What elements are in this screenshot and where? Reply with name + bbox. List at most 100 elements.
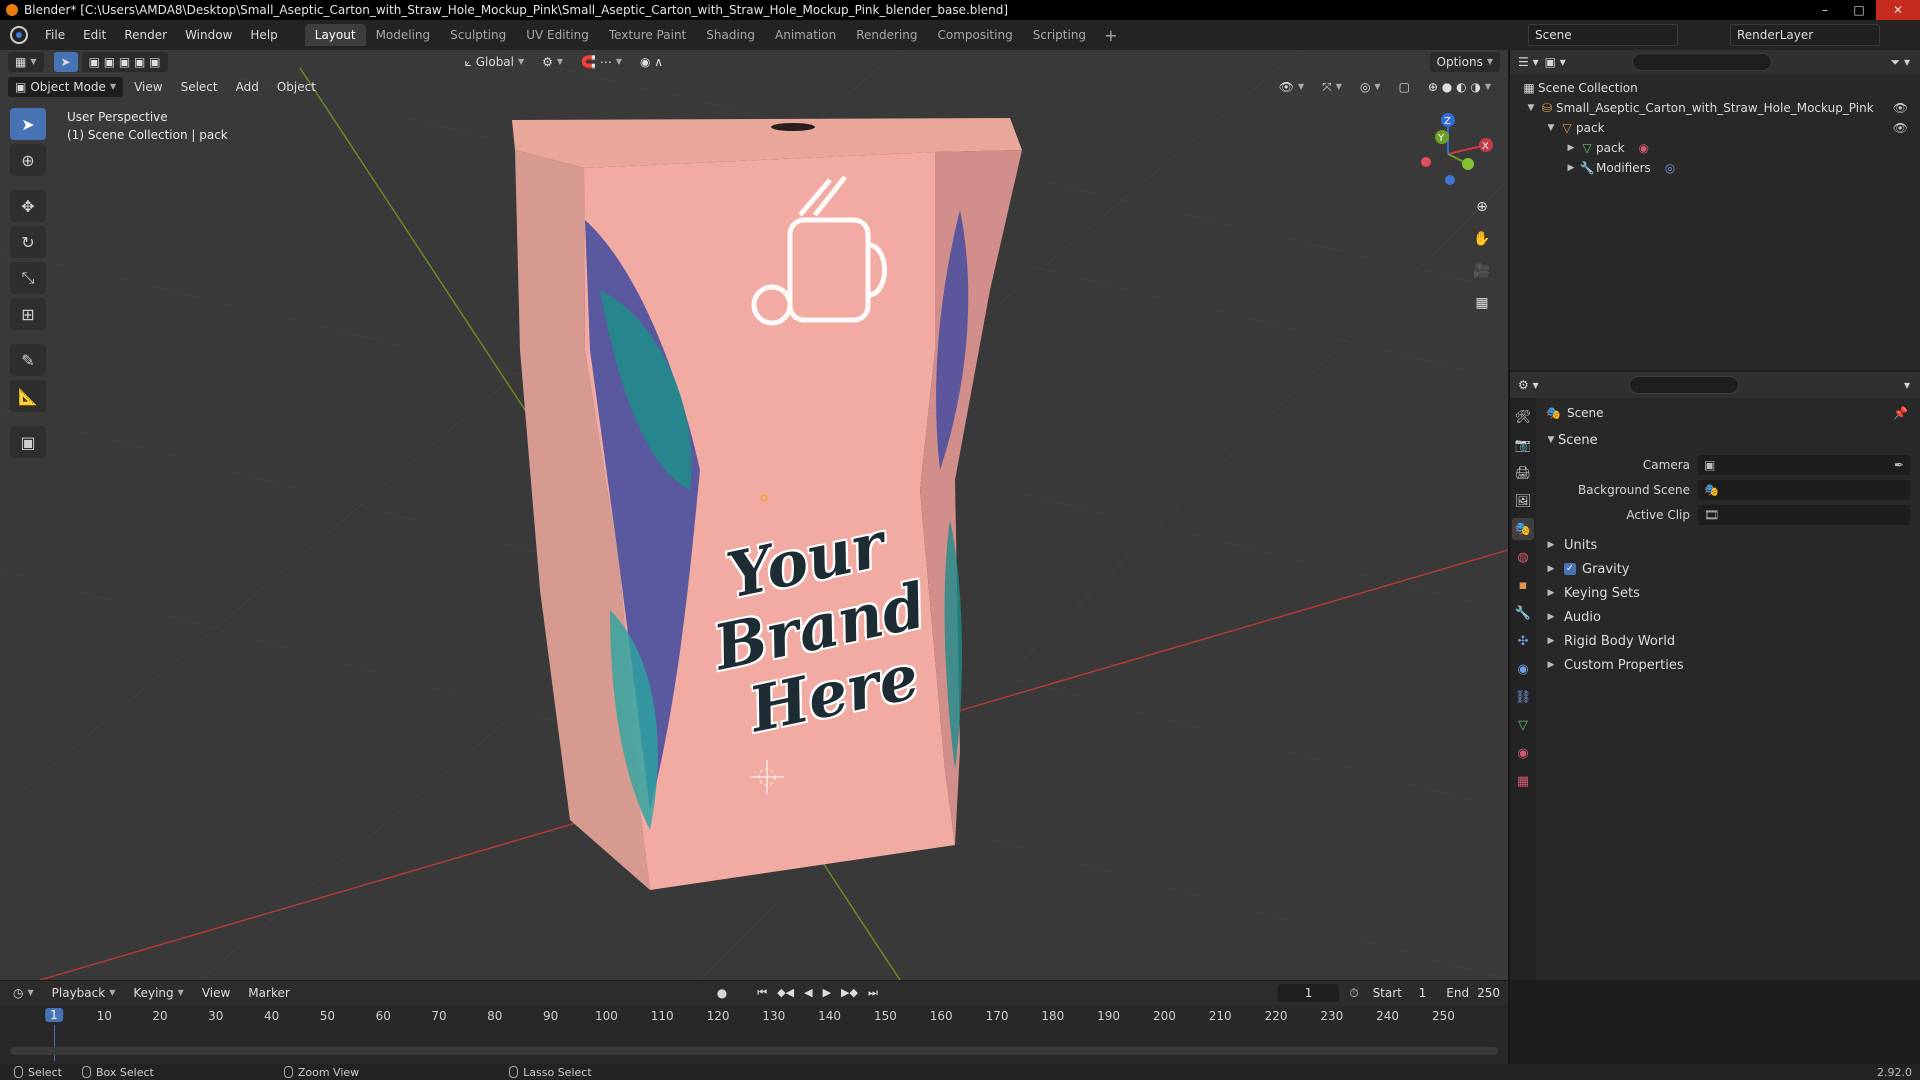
timeline-view-menu[interactable]: View	[195, 983, 237, 1003]
maximize-button[interactable]: □	[1842, 0, 1876, 20]
tab-compositing[interactable]: Compositing	[927, 24, 1022, 46]
perspective-grid-icon[interactable]: ▦	[1468, 290, 1496, 316]
menu-window[interactable]: Window	[176, 20, 241, 50]
scene-panel-header[interactable]: ▼ Scene	[1538, 428, 1920, 452]
playback-menu[interactable]: Playback ▼	[45, 983, 123, 1003]
orientation-dropdown[interactable]: ⟀ Global ▼	[458, 52, 532, 72]
properties-editor-type-icon[interactable]: ⚙ ▾	[1518, 378, 1539, 392]
play-icon[interactable]: ▶	[823, 986, 831, 1000]
constraints-tab-icon[interactable]: ⛓	[1512, 686, 1534, 708]
clock-icon[interactable]: ⏱	[1349, 986, 1358, 1001]
object-tab-icon[interactable]: ▪	[1512, 574, 1534, 596]
render-tab-icon[interactable]: 📷	[1512, 434, 1534, 456]
proportional-edit-toggle[interactable]: ◉ ∧	[633, 52, 670, 72]
expand-arrow-icon[interactable]: ▶	[1564, 143, 1578, 153]
physics-tab-icon[interactable]: ◉	[1512, 658, 1534, 680]
rigid-body-world-subpanel[interactable]: ▶ Rigid Body World	[1538, 629, 1920, 653]
outliner-search-input[interactable]	[1631, 53, 1772, 71]
scene-tab-icon[interactable]: 🎭	[1512, 518, 1534, 540]
measure-tool-icon[interactable]: 📐	[10, 380, 46, 412]
active-clip-field[interactable]: 🎞	[1698, 504, 1910, 525]
timeline-ruler[interactable]: 1 10 20 30 40 50 60 70 80 90 100 110 120 130 140 150 160…	[10, 1005, 1498, 1027]
outliner-row-object[interactable]: ▼ ▽ pack 👁	[1510, 118, 1920, 138]
outliner-row-mesh[interactable]: ▶ ▽ pack ◉	[1510, 138, 1920, 158]
menu-view[interactable]: View	[127, 77, 169, 97]
keying-menu[interactable]: Keying ▼	[126, 983, 190, 1003]
cursor-tool-icon[interactable]: ⊕	[10, 144, 46, 176]
scene-selector[interactable]: Scene	[1528, 24, 1678, 46]
menu-file[interactable]: File	[36, 20, 74, 50]
shading-mode-icons[interactable]: ⊕ ● ◐ ◑ ▼	[1421, 77, 1498, 97]
timeline-scrollbar[interactable]	[10, 1047, 1498, 1055]
tab-uv-editing[interactable]: UV Editing	[516, 24, 599, 46]
background-scene-field[interactable]: 🎭	[1698, 479, 1910, 500]
menu-object[interactable]: Object	[270, 77, 323, 97]
menu-help[interactable]: Help	[241, 20, 286, 50]
tab-animation[interactable]: Animation	[765, 24, 846, 46]
chevron-down-icon[interactable]: ▾	[1904, 378, 1910, 392]
menu-render[interactable]: Render	[115, 20, 176, 50]
tab-sculpting[interactable]: Sculpting	[440, 24, 516, 46]
keying-sets-subpanel[interactable]: ▶ Keying Sets	[1538, 581, 1920, 605]
transform-tool-icon[interactable]: ⊞	[10, 298, 46, 330]
jump-start-icon[interactable]: ⏮	[757, 986, 767, 1000]
playhead-line[interactable]	[54, 1025, 55, 1061]
outliner-row-collection[interactable]: ▼ ⛁ Small_Aseptic_Carton_with_Straw_Hole…	[1510, 98, 1920, 118]
3d-viewport[interactable]: Your Brand Here	[0, 50, 1508, 980]
visibility-eye-icon[interactable]: 👁	[1893, 121, 1908, 135]
properties-search-input[interactable]	[1628, 376, 1739, 394]
snap-toggle[interactable]: 🧲 ⋯ ▼	[574, 52, 629, 72]
display-mode-icon[interactable]: ▣ ▾	[1545, 55, 1566, 69]
modifier-tab-icon[interactable]: 🔧	[1512, 602, 1534, 624]
marker-menu[interactable]: Marker	[241, 983, 296, 1003]
add-workspace-button[interactable]: +	[1096, 26, 1125, 45]
options-dropdown[interactable]: Options ▼	[1429, 52, 1500, 72]
filter-icon[interactable]: ⏷ ▾	[1891, 55, 1910, 70]
units-subpanel[interactable]: ▶ Units	[1538, 533, 1920, 557]
view-layer-selector[interactable]: RenderLayer	[1730, 24, 1880, 46]
select-mode-buttons[interactable]: ▣ ▣ ▣ ▣ ▣	[81, 52, 168, 72]
play-reverse-icon[interactable]: ◀	[804, 986, 812, 1000]
move-tool-icon[interactable]: ✥	[10, 190, 46, 222]
overlay-toggle-icon[interactable]: ◎ ▼	[1353, 77, 1388, 97]
record-icon[interactable]: ●	[717, 986, 727, 1000]
menu-select[interactable]: Select	[174, 77, 225, 97]
camera-view-icon[interactable]: 🎥	[1468, 258, 1496, 284]
pivot-dropdown[interactable]: ⚙ ▼	[535, 52, 570, 72]
tab-texture-paint[interactable]: Texture Paint	[599, 24, 696, 46]
output-tab-icon[interactable]: 🖨	[1512, 462, 1534, 484]
end-frame-field[interactable]: End 250	[1438, 984, 1508, 1002]
gizmo-toggle-icon[interactable]: ⤧ ▼	[1315, 77, 1349, 97]
editor-type-button[interactable]: ▦ ▼	[8, 52, 44, 72]
select-tool-button[interactable]: ➤	[53, 52, 78, 72]
minimize-button[interactable]: –	[1808, 0, 1842, 20]
pin-icon[interactable]: 📌	[1893, 406, 1908, 420]
current-frame-marker[interactable]: 1	[45, 1008, 63, 1022]
audio-subpanel[interactable]: ▶ Audio	[1538, 605, 1920, 629]
texture-tab-icon[interactable]: ▦	[1512, 770, 1534, 792]
close-button[interactable]: ✕	[1876, 0, 1920, 20]
blender-menu-icon[interactable]	[10, 26, 28, 44]
view-layer-tab-icon[interactable]: 🖼	[1512, 490, 1534, 512]
zoom-icon[interactable]: ⊕	[1468, 194, 1496, 220]
eyedropper-icon[interactable]: ✒	[1894, 458, 1904, 472]
outliner-editor-type-icon[interactable]: ☰ ▾	[1518, 55, 1539, 69]
timeline-editor-type-icon[interactable]: ◷ ▼	[6, 983, 41, 1003]
expand-arrow-icon[interactable]: ▼	[1524, 103, 1538, 113]
gravity-checkbox[interactable]: ✓	[1564, 563, 1576, 575]
gravity-subpanel[interactable]: ▶ ✓ Gravity	[1538, 557, 1920, 581]
tab-modeling[interactable]: Modeling	[366, 24, 441, 46]
xray-toggle-icon[interactable]: ▢	[1392, 77, 1417, 97]
world-tab-icon[interactable]: ◍	[1512, 546, 1534, 568]
annotate-tool-icon[interactable]: ✎	[10, 344, 46, 376]
tab-layout[interactable]: Layout	[304, 24, 366, 46]
pan-hand-icon[interactable]: ✋	[1468, 226, 1496, 252]
jump-keyframe-back-icon[interactable]: ◆◀	[777, 986, 794, 1000]
menu-edit[interactable]: Edit	[74, 20, 115, 50]
menu-add[interactable]: Add	[229, 77, 266, 97]
rotate-tool-icon[interactable]: ↻	[10, 226, 46, 258]
add-cube-tool-icon[interactable]: ▣	[10, 426, 46, 458]
tool-tab-icon[interactable]: 🛠	[1512, 406, 1534, 428]
select-box-tool-icon[interactable]: ➤	[10, 108, 46, 140]
visibility-icon[interactable]: 👁 ▼	[1272, 77, 1311, 97]
